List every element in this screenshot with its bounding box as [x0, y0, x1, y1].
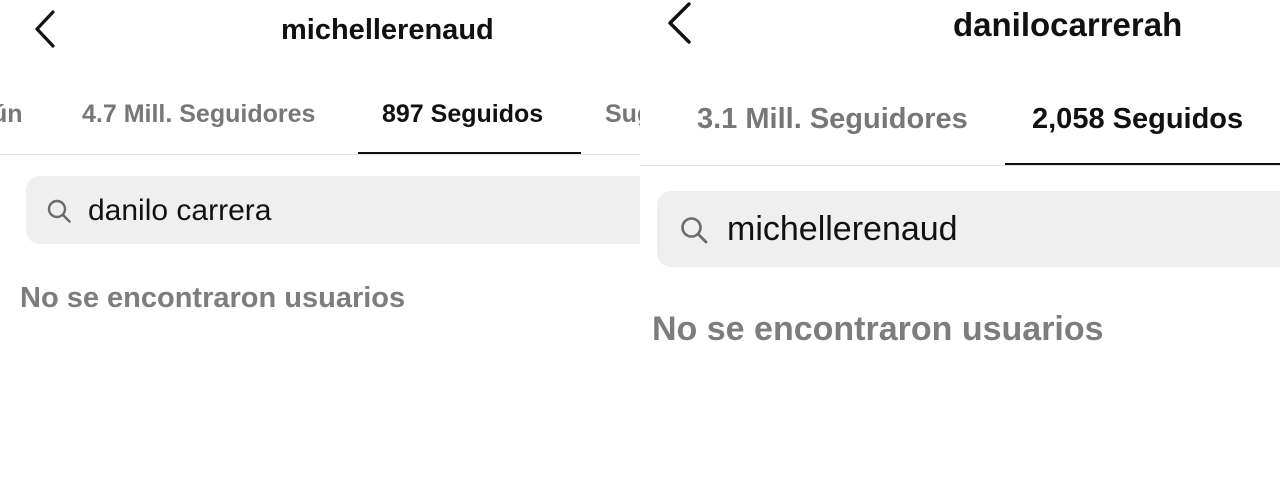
screenshot-comparison: michellerenaud ún 4.7 Mill. Seguidores 8… [0, 0, 1280, 489]
tab-divider [0, 154, 640, 155]
chevron-left-icon[interactable] [666, 2, 692, 44]
search-icon [681, 217, 708, 244]
tab-divider [640, 165, 1280, 166]
tab-followers[interactable]: 3.1 Mill. Seguidores [697, 103, 968, 136]
no-results-message: No se encontraron usuarios [20, 282, 406, 314]
search-icon [47, 199, 71, 223]
tab-following[interactable]: 2,058 Seguidos [1032, 103, 1243, 136]
right-following-screen: danilocarrerah 3.1 Mill. Seguidores 2,05… [640, 0, 1280, 489]
tab-followers[interactable]: 4.7 Mill. Seguidores [82, 100, 315, 129]
tab-bar: 3.1 Mill. Seguidores 2,058 Seguidos [640, 100, 1280, 142]
profile-username: danilocarrerah [953, 6, 1183, 43]
search-bar[interactable] [657, 191, 1280, 267]
profile-username: michellerenaud [281, 14, 494, 46]
left-following-screen: michellerenaud ún 4.7 Mill. Seguidores 8… [0, 0, 640, 489]
tab-suggested[interactable]: Sug [605, 100, 640, 129]
no-results-message: No se encontraron usuarios [652, 310, 1104, 348]
tab-following[interactable]: 897 Seguidos [382, 100, 543, 129]
search-input[interactable] [88, 192, 608, 230]
search-bar[interactable] [26, 176, 640, 244]
tab-mutual[interactable]: ún [0, 100, 23, 129]
chevron-left-icon[interactable] [34, 10, 56, 48]
tab-bar: ún 4.7 Mill. Seguidores 897 Seguidos Sug [0, 96, 640, 136]
search-input[interactable] [727, 209, 1267, 249]
